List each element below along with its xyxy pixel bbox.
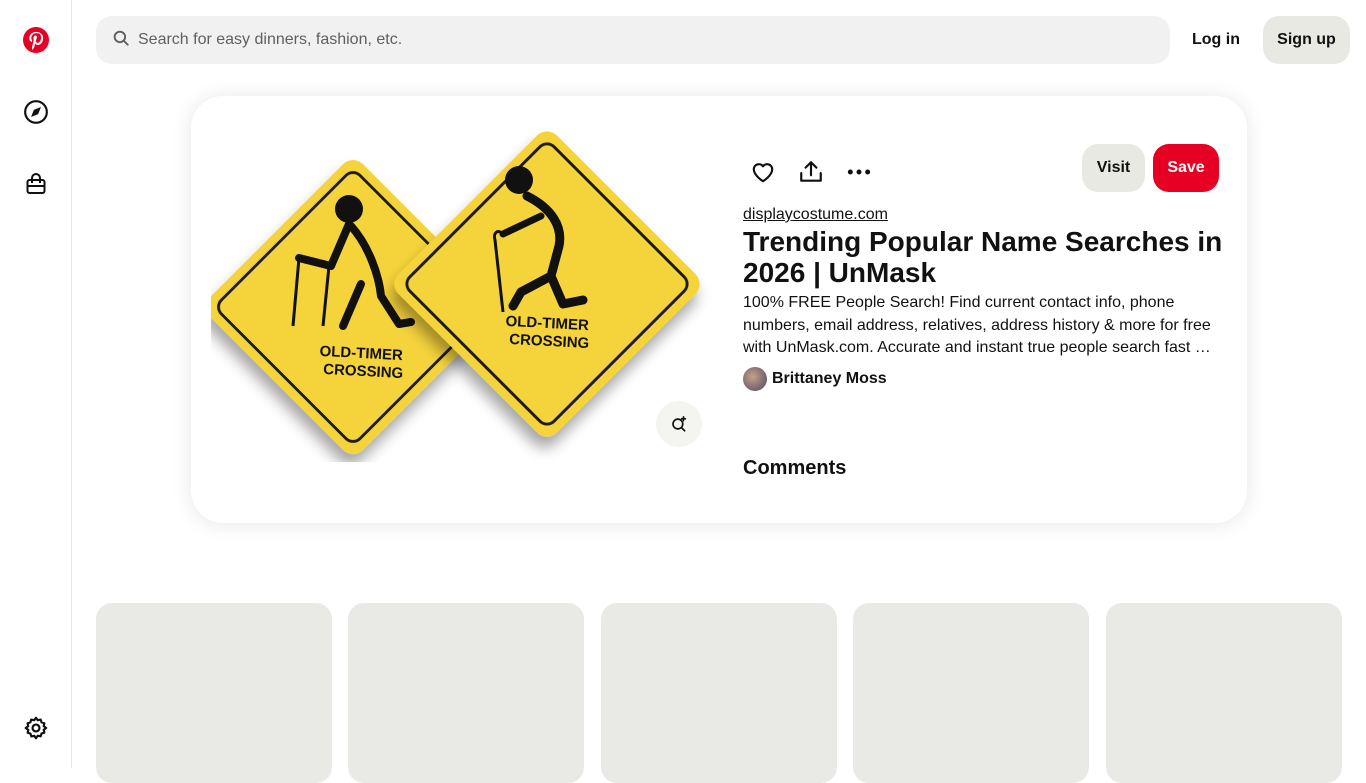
placeholder-tile — [348, 603, 584, 783]
signup-button[interactable]: Sign up — [1263, 16, 1350, 64]
explore-icon[interactable] — [12, 88, 60, 136]
avatar[interactable] — [743, 367, 767, 391]
visual-search-icon[interactable] — [656, 401, 702, 447]
visit-button[interactable]: Visit — [1082, 144, 1145, 192]
pin-card: OLD-TIMER CROSSING OLD-TIMER CROSSING Vi… — [191, 96, 1247, 523]
search-icon — [112, 29, 130, 52]
placeholder-tile — [853, 603, 1089, 783]
pin-title: Trending Popular Name Searches in 2026 |… — [743, 226, 1223, 288]
placeholder-tile — [96, 603, 332, 783]
settings-icon[interactable] — [12, 704, 60, 752]
source-link[interactable]: displaycostume.com — [743, 206, 888, 224]
placeholder-tile — [601, 603, 837, 783]
left-rail — [0, 0, 72, 768]
more-options-icon[interactable] — [835, 148, 883, 196]
shop-icon[interactable] — [12, 160, 60, 208]
share-icon[interactable] — [787, 148, 835, 196]
login-button[interactable]: Log in — [1180, 16, 1252, 64]
comments-heading: Comments — [743, 457, 847, 479]
pin-actions — [739, 148, 883, 196]
pin-author[interactable]: Brittaney Moss — [743, 367, 887, 391]
search-input[interactable] — [138, 31, 1170, 49]
like-icon[interactable] — [739, 148, 787, 196]
save-button[interactable]: Save — [1153, 144, 1219, 192]
search-bar[interactable] — [96, 16, 1170, 64]
pinterest-logo-icon[interactable] — [12, 16, 60, 64]
placeholder-tile — [1106, 603, 1342, 783]
pin-description: 100% FREE People Search! Find current co… — [743, 294, 1211, 356]
author-name[interactable]: Brittaney Moss — [772, 370, 887, 388]
pin-image[interactable]: OLD-TIMER CROSSING OLD-TIMER CROSSING — [211, 116, 711, 462]
